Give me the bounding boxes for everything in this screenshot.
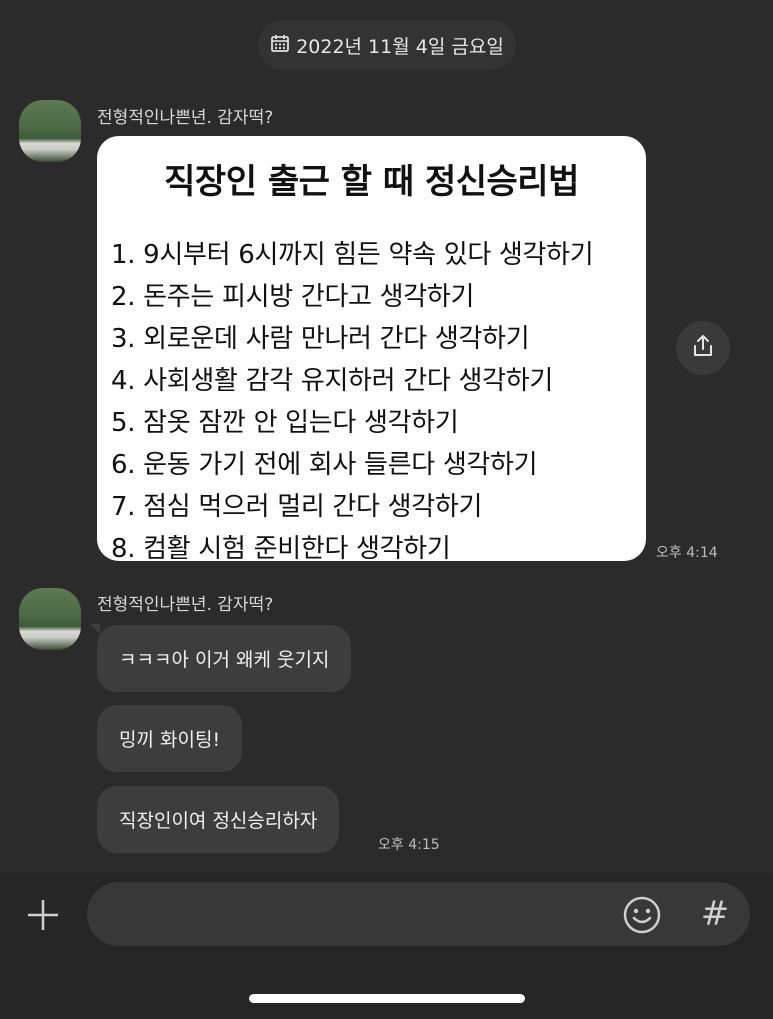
date-label: 2022년 11월 4일 금요일 bbox=[296, 35, 504, 58]
image-list-item: 3. 외로운데 사람 만나러 간다 생각하기 bbox=[111, 324, 530, 354]
image-message[interactable]: 직장인 출근 할 때 정신승리법 1. 9시부터 6시까지 힘든 약속 있다 생… bbox=[97, 136, 646, 561]
avatar[interactable] bbox=[19, 100, 81, 162]
avatar[interactable] bbox=[19, 588, 81, 650]
image-list-item: 4. 사회생활 감각 유지하러 간다 생각하기 bbox=[111, 366, 553, 396]
image-list-item: 6. 운동 가기 전에 회사 들른다 생각하기 bbox=[111, 450, 538, 480]
sender-name: 전형적인나쁜년. 감자떡? bbox=[97, 595, 274, 615]
plus-icon[interactable] bbox=[26, 898, 60, 932]
image-list-item: 7. 점심 먹으러 멀리 간다 생각하기 bbox=[111, 492, 483, 522]
image-list: 1. 9시부터 6시까지 힘든 약속 있다 생각하기 2. 돈주는 피시방 간다… bbox=[111, 234, 594, 561]
home-indicator bbox=[249, 994, 525, 1003]
sender-name: 전형적인나쁜년. 감자떡? bbox=[97, 108, 274, 128]
image-list-item: 5. 잠옷 잠깐 안 입는다 생각하기 bbox=[111, 408, 459, 438]
image-title: 직장인 출근 할 때 정신승리법 bbox=[164, 162, 579, 202]
message-time: 오후 4:15 bbox=[378, 837, 440, 853]
bubble-tail bbox=[90, 624, 100, 634]
chat-bubble[interactable]: 밍끼 화이팅! bbox=[97, 705, 243, 772]
chat-bubble[interactable]: 직장인이여 정신승리하자 bbox=[97, 786, 340, 853]
image-list-item: 8. 컴활 시험 준비한다 생각하기 bbox=[111, 534, 451, 561]
date-header: 2022년 11월 4일 금요일 bbox=[258, 20, 516, 70]
calendar-icon bbox=[270, 33, 290, 58]
chat-bubble[interactable]: ㅋㅋㅋ아 이거 왜케 웃기지 bbox=[97, 625, 352, 692]
image-list-item: 2. 돈주는 피시방 간다고 생각하기 bbox=[111, 282, 475, 312]
share-button[interactable] bbox=[676, 321, 730, 375]
hash-icon[interactable]: # bbox=[695, 892, 735, 936]
share-icon bbox=[690, 333, 716, 363]
image-list-item: 1. 9시부터 6시까지 힘든 약속 있다 생각하기 bbox=[111, 240, 594, 270]
message-time: 오후 4:14 bbox=[656, 545, 718, 561]
emoji-icon[interactable] bbox=[622, 895, 662, 935]
